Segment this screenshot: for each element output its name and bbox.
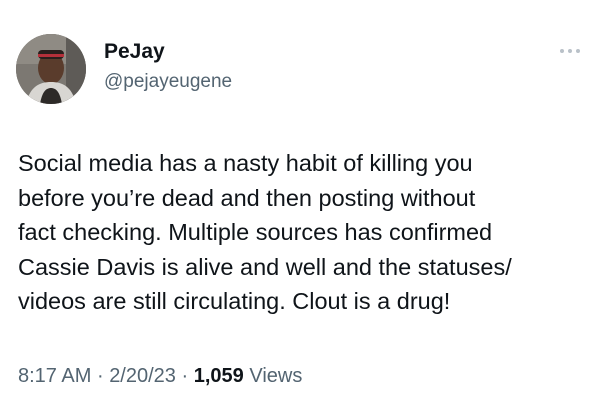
dot	[560, 49, 564, 53]
dot	[568, 49, 572, 53]
views-count: 1,059	[193, 365, 244, 387]
author-name[interactable]: PeJay	[104, 40, 165, 64]
tweet-card: PeJay @pejayeugene Social media has a na…	[0, 0, 595, 406]
meta-separator: ·	[181, 365, 189, 387]
tweet-date[interactable]: 2/20/23	[109, 365, 176, 387]
meta-separator: ·	[96, 365, 104, 387]
avatar[interactable]	[16, 34, 86, 104]
tweet-time[interactable]: 8:17 AM	[18, 365, 91, 387]
more-options-icon[interactable]	[560, 44, 588, 58]
avatar-photo	[16, 34, 86, 104]
tweet-text: Social media has a nasty habit of killin…	[18, 150, 512, 314]
dot	[576, 49, 580, 53]
views-label: Views	[249, 365, 303, 387]
author-handle[interactable]: @pejayeugene	[104, 71, 232, 93]
tweet-meta: 8:17 AM · 2/20/23 · 1,059 Views	[18, 365, 302, 388]
